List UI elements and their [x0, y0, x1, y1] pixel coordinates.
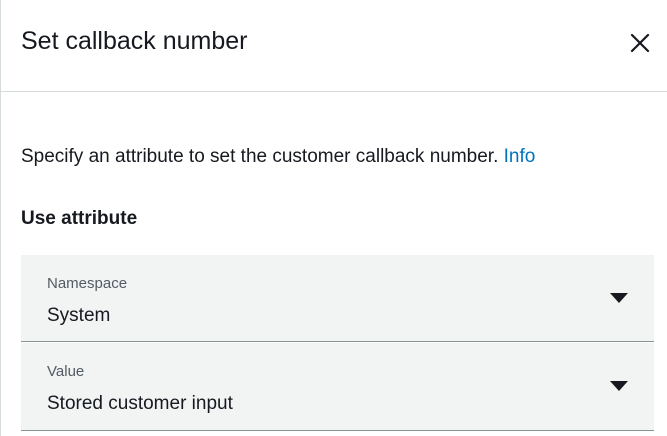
panel-title: Set callback number — [21, 27, 248, 55]
set-callback-number-panel: Set callback number Specify an attribute… — [0, 0, 667, 436]
caret-down-icon — [610, 293, 628, 303]
info-link[interactable]: Info — [504, 146, 536, 167]
close-button[interactable] — [627, 30, 653, 56]
value-label: Value — [47, 363, 85, 380]
panel-description: Specify an attribute to set the customer… — [21, 146, 535, 168]
namespace-select[interactable]: Namespace System — [21, 255, 654, 342]
value-value: Stored customer input — [47, 393, 233, 414]
panel-header: Set callback number — [1, 0, 667, 92]
use-attribute-label: Use attribute — [21, 208, 138, 229]
namespace-value: System — [47, 305, 111, 326]
caret-down-icon — [610, 381, 628, 391]
value-select[interactable]: Value Stored customer input — [21, 343, 654, 431]
namespace-label: Namespace — [47, 275, 128, 292]
close-icon — [630, 33, 650, 53]
description-text: Specify an attribute to set the customer… — [21, 146, 499, 167]
